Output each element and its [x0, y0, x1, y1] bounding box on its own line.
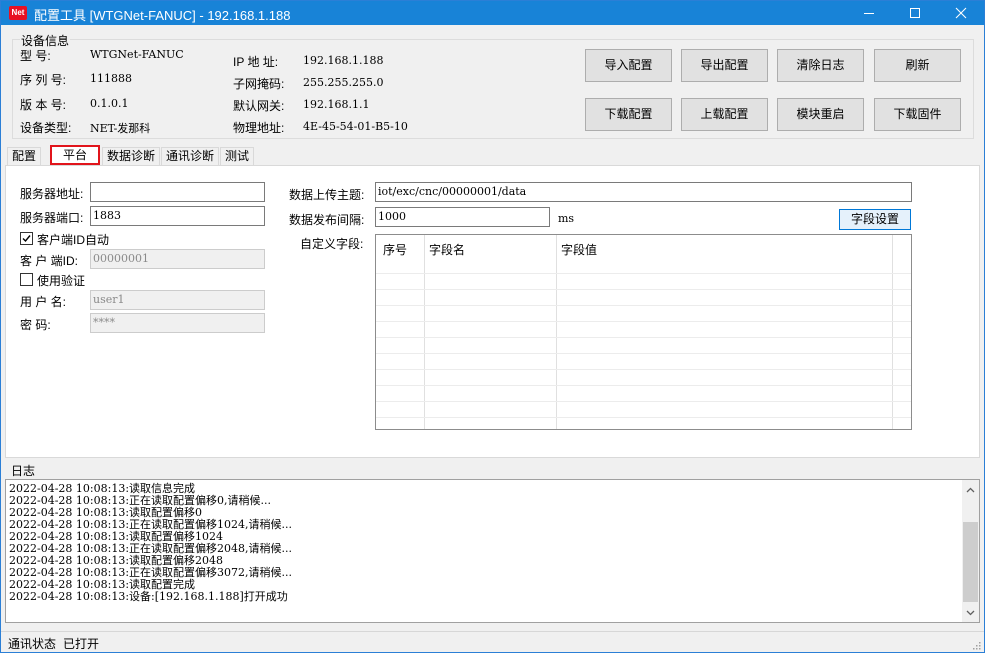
log-scroll-thumb[interactable]: [963, 522, 978, 602]
scroll-up-icon[interactable]: [962, 482, 979, 499]
grid-row-divider: [376, 337, 911, 338]
grid-row-divider: [376, 305, 911, 306]
version-value: 0.1.0.1: [90, 97, 129, 110]
ip-value: 192.168.1.188: [303, 54, 384, 67]
download-config-button[interactable]: 下载配置: [585, 98, 672, 131]
gateway-label: 默认网关:: [233, 99, 285, 113]
custom-fields-grid[interactable]: 序号 字段名 字段值: [375, 234, 912, 430]
field-settings-button[interactable]: 字段设置: [839, 209, 911, 230]
maximize-button[interactable]: [892, 1, 938, 25]
log-textbox[interactable]: 2022-04-28 10:08:13:读取信息完成 2022-04-28 10…: [5, 479, 980, 623]
tab-data-diagnosis[interactable]: 数据诊断: [102, 147, 161, 165]
use-auth-label: 使用验证: [37, 274, 86, 288]
username-input[interactable]: user1: [90, 290, 265, 310]
grid-row-divider: [376, 321, 911, 322]
comm-status-label: 通讯状态: [8, 637, 57, 651]
device-type-label: 设备类型:: [20, 121, 72, 135]
password-input[interactable]: ****: [90, 313, 265, 333]
grid-row-divider: [376, 273, 911, 274]
window-title: 配置工具 [WTGNet-FANUC] - 192.168.1.188: [34, 8, 291, 23]
subnet-mask-value: 255.255.255.0: [303, 76, 384, 89]
tab-config[interactable]: 配置: [7, 147, 42, 165]
tab-comm-diagnosis[interactable]: 通讯诊断: [161, 147, 220, 165]
minimize-button[interactable]: [846, 1, 892, 25]
module-restart-button[interactable]: 模块重启: [777, 98, 864, 131]
main-window: Net 配置工具 [WTGNet-FANUC] - 192.168.1.188 …: [0, 0, 985, 653]
server-address-input[interactable]: [90, 182, 265, 202]
title-bar[interactable]: Net 配置工具 [WTGNet-FANUC] - 192.168.1.188: [1, 1, 984, 25]
tab-platform[interactable]: 平台: [50, 145, 100, 165]
mac-value: 4E-45-54-01-B5-10: [303, 120, 408, 133]
minimize-icon: [864, 13, 874, 14]
client-id-input[interactable]: 00000001: [90, 249, 265, 269]
model-label: 型 号:: [20, 49, 51, 63]
grid-row-divider: [376, 369, 911, 370]
close-icon: [955, 7, 967, 19]
gateway-value: 192.168.1.1: [303, 98, 370, 111]
log-scrollbar[interactable]: [962, 480, 979, 622]
server-port-input[interactable]: 1883: [90, 206, 265, 226]
serial-value: 111888: [90, 72, 132, 85]
grid-row-divider: [376, 401, 911, 402]
refresh-button[interactable]: 刷新: [874, 49, 961, 82]
grid-row-divider: [376, 353, 911, 354]
checkmark-icon: [22, 235, 31, 243]
scroll-down-icon[interactable]: [962, 605, 979, 622]
client-id-auto-checkbox[interactable]: [20, 232, 33, 245]
column-header-field-value[interactable]: 字段值: [561, 241, 597, 258]
grid-row-divider: [376, 385, 911, 386]
interval-unit: ms: [558, 212, 575, 225]
device-type-value: NET-发那科: [90, 122, 151, 135]
column-header-index[interactable]: 序号: [383, 241, 407, 258]
import-config-button[interactable]: 导入配置: [585, 49, 672, 82]
upload-config-button[interactable]: 上载配置: [681, 98, 768, 131]
clear-log-button[interactable]: 清除日志: [777, 49, 864, 82]
grid-row-divider: [376, 289, 911, 290]
comm-status-value: 已打开: [63, 637, 100, 651]
version-label: 版 本 号:: [20, 98, 67, 112]
username-label: 用 户 名:: [20, 295, 67, 309]
mac-label: 物理地址:: [233, 121, 285, 135]
download-firmware-button[interactable]: 下载固件: [874, 98, 961, 131]
upload-topic-input[interactable]: iot/exc/cnc/00000001/data: [375, 182, 912, 202]
password-label: 密 码:: [20, 318, 51, 332]
publish-interval-label: 数据发布间隔:: [289, 213, 365, 227]
status-bar: 通讯状态 已打开: [1, 631, 984, 652]
close-button[interactable]: [938, 1, 984, 25]
subnet-mask-label: 子网掩码:: [233, 77, 285, 91]
model-value: WTGNet-FANUC: [90, 48, 184, 61]
maximize-icon: [910, 8, 920, 18]
server-address-label: 服务器地址:: [20, 187, 84, 201]
publish-interval-input[interactable]: 1000: [375, 207, 550, 227]
custom-fields-label: 自定义字段:: [300, 237, 364, 251]
log-lines: 2022-04-28 10:08:13:读取信息完成 2022-04-28 10…: [9, 483, 292, 603]
log-line: 2022-04-28 10:08:13:设备:[192.168.1.188]打开…: [9, 590, 288, 603]
resize-grip-icon[interactable]: [971, 640, 981, 650]
server-port-label: 服务器端口:: [20, 211, 84, 225]
export-config-button[interactable]: 导出配置: [681, 49, 768, 82]
client-id-auto-label: 客户端ID自动: [37, 233, 110, 247]
ip-label: IP 地 址:: [233, 55, 279, 69]
tab-test[interactable]: 测试: [220, 147, 255, 165]
log-label: 日志: [11, 464, 36, 478]
client-id-label: 客 户 端ID:: [20, 254, 79, 268]
upload-topic-label: 数据上传主题:: [289, 188, 365, 202]
use-auth-checkbox[interactable]: [20, 273, 33, 286]
grid-row-divider: [376, 417, 911, 418]
column-header-field-name[interactable]: 字段名: [429, 241, 465, 258]
serial-label: 序 列 号:: [20, 73, 67, 87]
app-icon: Net: [9, 6, 27, 20]
